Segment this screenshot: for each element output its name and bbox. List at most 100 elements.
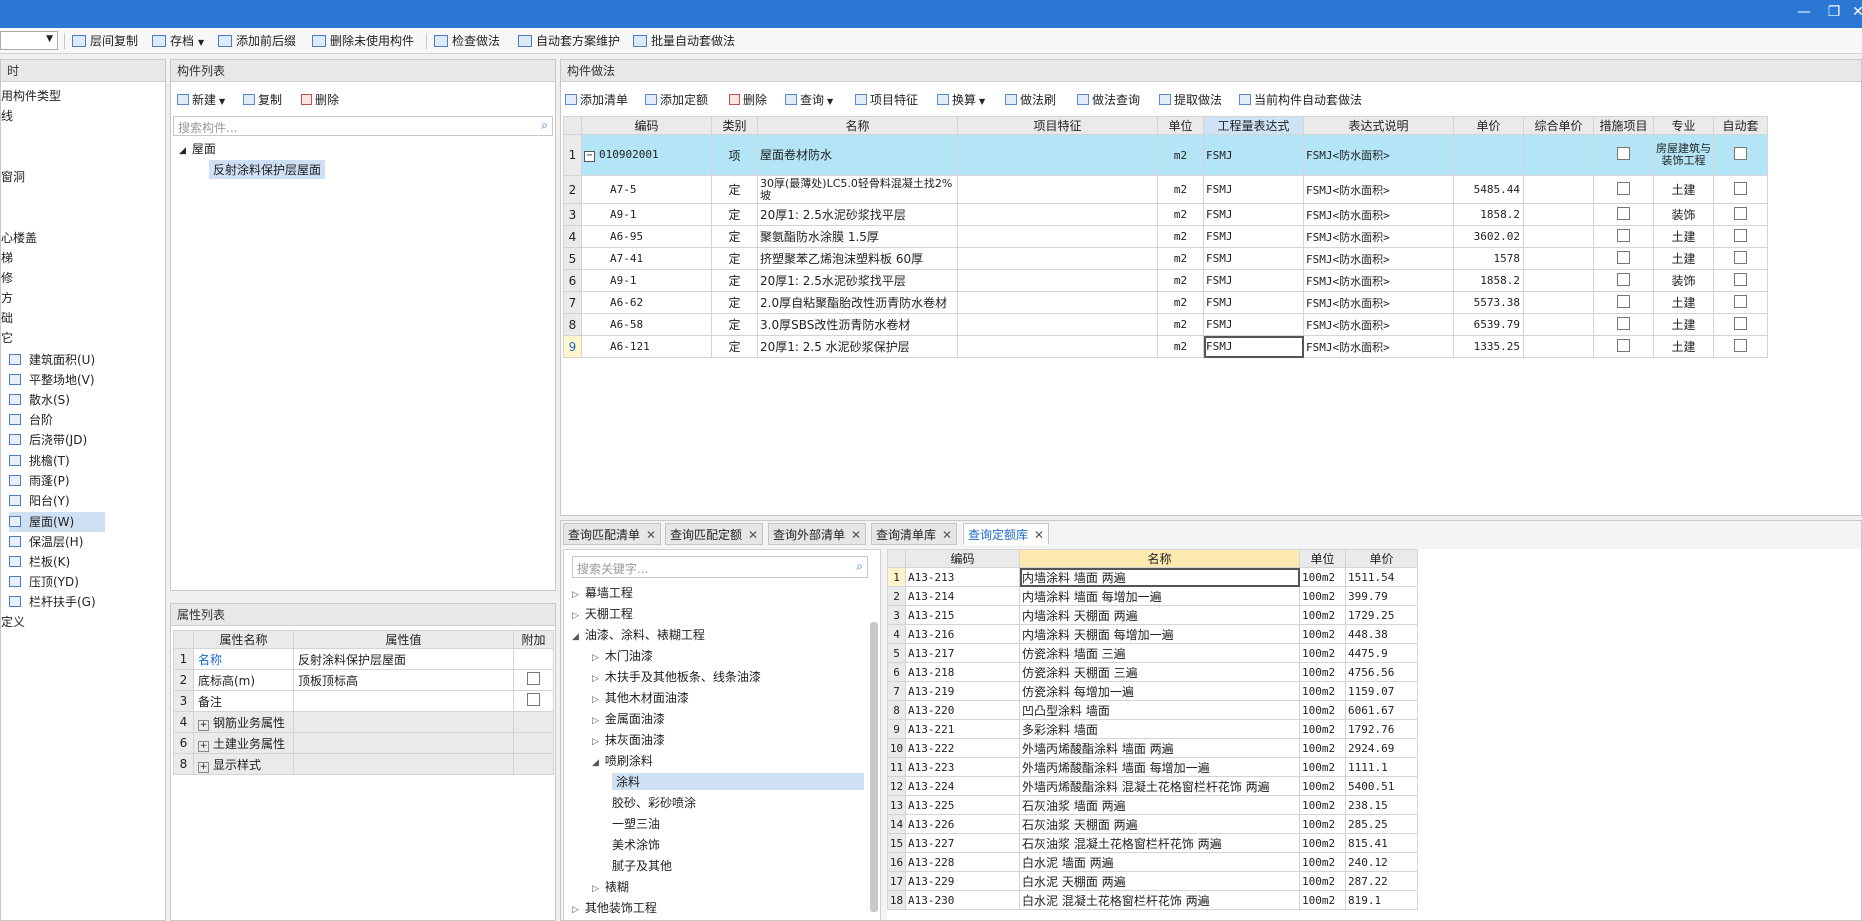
method-expr-desc[interactable]: FSMJ<防水面积> bbox=[1303, 134, 1454, 176]
method-code-cell[interactable]: A6-121 bbox=[581, 335, 712, 358]
method-total-price[interactable] bbox=[1523, 247, 1594, 270]
quota-row[interactable]: 16 A13-228 白水泥 墙面 两遍 100m2 240.12 bbox=[887, 852, 1418, 872]
method-code-cell[interactable]: A9-1 bbox=[581, 269, 712, 292]
quota-name[interactable]: 内墙涂料 墙面 每增加一遍 bbox=[1019, 586, 1300, 606]
expand-icon[interactable]: + bbox=[198, 719, 209, 731]
method-column-header[interactable]: 综合单价 bbox=[1523, 116, 1594, 135]
nav-item[interactable]: 栏板(K) bbox=[9, 552, 70, 572]
tree-arrow-icon[interactable]: ▷ bbox=[592, 695, 599, 705]
method-expr[interactable]: FSMJ bbox=[1203, 225, 1304, 248]
quota-row[interactable]: 3 A13-215 内墙涂料 天棚面 两遍 100m2 1729.25 bbox=[887, 605, 1418, 625]
method-type[interactable]: 定 bbox=[711, 269, 758, 292]
quota-unit[interactable]: 100m2 bbox=[1299, 852, 1346, 872]
quota-unit[interactable]: 100m2 bbox=[1299, 814, 1346, 834]
method-type[interactable]: 定 bbox=[711, 313, 758, 336]
method-total-price[interactable] bbox=[1523, 134, 1594, 176]
method-price[interactable]: 5485.44 bbox=[1453, 175, 1524, 204]
quota-unit[interactable]: 100m2 bbox=[1299, 833, 1346, 853]
measure-checkbox[interactable] bbox=[1617, 316, 1630, 330]
quota-name[interactable]: 外墙丙烯酸酯涂料 墙面 每增加一遍 bbox=[1019, 757, 1300, 777]
quota-row[interactable]: 14 A13-226 石灰油浆 天棚面 两遍 100m2 285.25 bbox=[887, 814, 1418, 834]
method-row[interactable]: 9 A6-121 定 20厚1: 2.5 水泥砂浆保护层 m2 FSMJ FSMJ<防水面积… bbox=[563, 335, 1768, 358]
quota-price[interactable]: 2924.69 bbox=[1345, 738, 1418, 758]
collapse-icon[interactable]: − bbox=[584, 151, 595, 162]
tab-close-icon[interactable]: ✕ bbox=[942, 528, 952, 542]
nav-item[interactable]: 础 bbox=[1, 308, 13, 328]
method-column-header[interactable]: 名称 bbox=[757, 116, 958, 135]
method-expr[interactable]: FSMJ bbox=[1203, 203, 1304, 226]
method-unit[interactable]: m2 bbox=[1157, 225, 1204, 248]
method-total-price[interactable] bbox=[1523, 313, 1594, 336]
method-column-header[interactable]: 措施项目 bbox=[1593, 116, 1654, 135]
method-row[interactable]: 3 A9-1 定 20厚1: 2.5水泥砂浆找平层 m2 FSMJ FSMJ<防水面积> 18… bbox=[563, 203, 1768, 226]
nav-item[interactable]: 窗洞 bbox=[1, 167, 25, 187]
quota-unit[interactable]: 100m2 bbox=[1299, 738, 1346, 758]
measure-checkbox[interactable] bbox=[1617, 250, 1630, 264]
method-column-header[interactable]: 单位 bbox=[1157, 116, 1204, 135]
method-feature[interactable] bbox=[957, 313, 1158, 336]
quota-price[interactable]: 285.25 bbox=[1345, 814, 1418, 834]
measure-checkbox[interactable] bbox=[1617, 181, 1630, 195]
method-column-header[interactable]: 编码 bbox=[581, 116, 712, 135]
quota-price[interactable]: 6061.67 bbox=[1345, 700, 1418, 720]
method-feature[interactable] bbox=[957, 335, 1158, 358]
quota-name[interactable]: 白水泥 混凝土花格窗栏杆花饰 两遍 bbox=[1019, 890, 1300, 910]
quota-column-header[interactable]: 单位 bbox=[1299, 549, 1346, 568]
quota-name[interactable]: 内墙涂料 天棚面 每增加一遍 bbox=[1019, 624, 1300, 644]
property-value[interactable] bbox=[293, 690, 514, 712]
tab-close-icon[interactable]: ✕ bbox=[646, 528, 656, 542]
floor-dropdown[interactable]: ▼ bbox=[0, 31, 58, 50]
method-type[interactable]: 项 bbox=[711, 134, 758, 176]
method-tool-button[interactable]: 添加清单 bbox=[565, 91, 628, 108]
measure-checkbox[interactable] bbox=[1617, 272, 1630, 286]
method-unit[interactable]: m2 bbox=[1157, 134, 1204, 176]
method-feature[interactable] bbox=[957, 247, 1158, 270]
quota-price[interactable]: 1792.76 bbox=[1345, 719, 1418, 739]
save-archive-button[interactable]: 存档 ▼ bbox=[152, 32, 204, 50]
query-tree-item[interactable]: ▷ 金属面油漆 bbox=[592, 710, 665, 727]
nav-item[interactable]: 压顶(YD) bbox=[9, 572, 79, 592]
query-tree-item[interactable]: 一塑三油 bbox=[612, 815, 660, 832]
method-expr-desc[interactable]: FSMJ<防水面积> bbox=[1303, 203, 1454, 226]
method-tool-button[interactable]: 项目特征 bbox=[855, 91, 918, 108]
quota-row[interactable]: 11 A13-223 外墙丙烯酸酯涂料 墙面 每增加一遍 100m2 1111.1 bbox=[887, 757, 1418, 777]
query-tree-item[interactable]: ▷ 其他装饰工程 bbox=[572, 899, 657, 916]
method-code-cell[interactable]: A9-1 bbox=[581, 203, 712, 226]
method-type[interactable]: 定 bbox=[711, 203, 758, 226]
quota-price[interactable]: 448.38 bbox=[1345, 624, 1418, 644]
quota-code[interactable]: A13-227 bbox=[905, 833, 1020, 853]
method-expr-desc[interactable]: FSMJ<防水面积> bbox=[1303, 313, 1454, 336]
search-icon[interactable]: ⌕ bbox=[541, 118, 548, 133]
method-major[interactable]: 装饰 bbox=[1653, 203, 1714, 226]
method-type[interactable]: 定 bbox=[711, 247, 758, 270]
quota-code[interactable]: A13-213 bbox=[905, 567, 1020, 587]
method-tool-button[interactable]: 查询 ▼ bbox=[785, 91, 833, 108]
nav-item[interactable]: 建筑面积(U) bbox=[9, 350, 95, 370]
query-tab[interactable]: 查询外部清单 ✕ bbox=[768, 523, 867, 545]
method-type[interactable]: 定 bbox=[711, 175, 758, 204]
method-code-cell[interactable]: A7-5 bbox=[581, 175, 712, 204]
quota-code[interactable]: A13-222 bbox=[905, 738, 1020, 758]
method-price[interactable]: 1335.25 bbox=[1453, 335, 1524, 358]
method-unit[interactable]: m2 bbox=[1157, 269, 1204, 292]
tab-close-icon[interactable]: ✕ bbox=[748, 528, 758, 542]
method-feature[interactable] bbox=[957, 291, 1158, 314]
quota-column-header[interactable]: 名称 bbox=[1019, 549, 1300, 568]
method-name[interactable]: 20厚1: 2.5水泥砂浆找平层 bbox=[757, 269, 958, 292]
quota-code[interactable]: A13-215 bbox=[905, 605, 1020, 625]
quota-name[interactable]: 内墙涂料 天棚面 两遍 bbox=[1019, 605, 1300, 625]
quota-name[interactable]: 凹凸型涂料 墙面 bbox=[1019, 700, 1300, 720]
close-icon[interactable]: ✕ bbox=[1848, 4, 1862, 20]
quota-name[interactable]: 内墙涂料 墙面 两遍 bbox=[1019, 567, 1300, 587]
auto-plan-button[interactable]: 自动套方案维护 bbox=[518, 32, 620, 50]
nav-item[interactable]: 平整场地(V) bbox=[9, 370, 95, 390]
method-row[interactable]: 8 A6-58 定 3.0厚SBS改性沥青防水卷材 m2 FSMJ FSMJ<防水面积> 65… bbox=[563, 313, 1768, 336]
method-name[interactable]: 挤塑聚苯乙烯泡沫塑料板 60厚 bbox=[757, 247, 958, 270]
new-button[interactable]: 新建 ▼ bbox=[177, 91, 225, 108]
quota-unit[interactable]: 100m2 bbox=[1299, 567, 1346, 587]
nav-item[interactable]: 方 bbox=[1, 288, 13, 308]
query-tree-item[interactable]: 胶砂、彩砂喷涂 bbox=[612, 794, 696, 811]
method-total-price[interactable] bbox=[1523, 203, 1594, 226]
quota-row[interactable]: 4 A13-216 内墙涂料 天棚面 每增加一遍 100m2 448.38 bbox=[887, 624, 1418, 644]
method-feature[interactable] bbox=[957, 225, 1158, 248]
